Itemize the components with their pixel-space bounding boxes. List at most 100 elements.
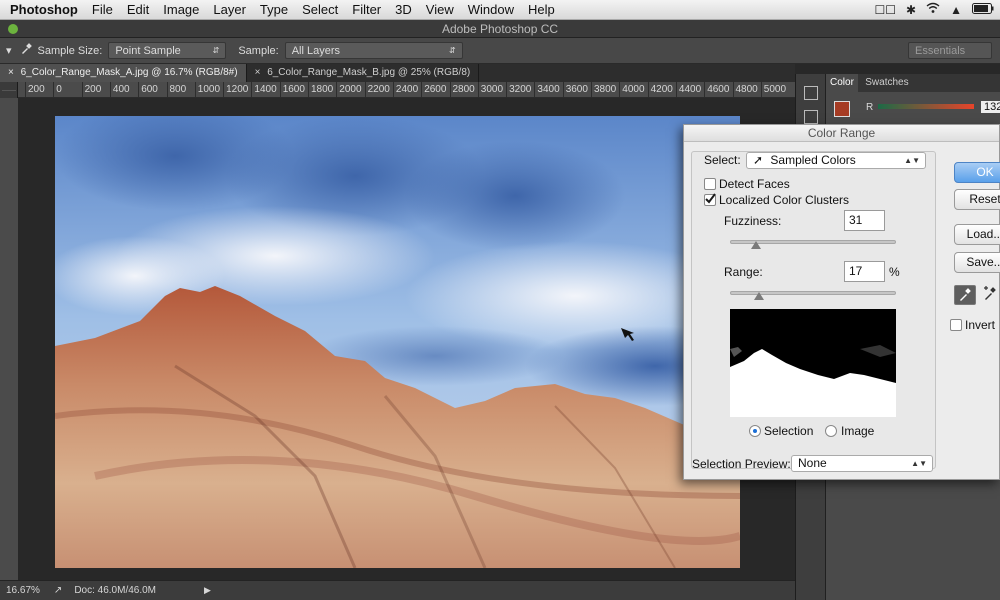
ruler-label: 3400	[537, 84, 560, 95]
document-photo[interactable]	[55, 116, 740, 568]
ruler-label: 1800	[311, 84, 334, 95]
wifi-icon[interactable]	[926, 2, 940, 17]
ruler-label: 4400	[678, 84, 702, 95]
tab-swatches[interactable]: Swatches	[861, 74, 912, 92]
ruler-tick	[25, 82, 26, 97]
ruler-tick	[308, 82, 309, 97]
range-input[interactable]: 17	[844, 261, 885, 282]
window-zoom-button[interactable]	[8, 24, 18, 34]
load-button[interactable]: Load...	[954, 224, 1000, 245]
view-image-radio[interactable]	[825, 425, 837, 437]
landscape-photo-image	[55, 116, 740, 568]
ok-button[interactable]: OK	[954, 162, 1000, 183]
menu-view[interactable]: View	[419, 2, 461, 17]
sample-size-select[interactable]: Point Sample ⇵	[108, 42, 227, 59]
bluetooth-icon[interactable]: ✱	[906, 3, 916, 17]
zoom-level[interactable]: 16.67%	[6, 585, 40, 596]
ruler-tick	[506, 82, 508, 97]
localized-clusters-label[interactable]: Localized Color Clusters	[719, 193, 849, 207]
fuzziness-slider-thumb[interactable]	[751, 241, 761, 249]
document-tabs: × 6_Color_Range_Mask_A.jpg @ 16.7% (RGB/…	[0, 64, 795, 82]
workspace-switcher[interactable]: Essentials	[908, 42, 992, 59]
menu-3d[interactable]: 3D	[388, 2, 419, 17]
eyedropper-tool-button[interactable]	[954, 285, 976, 305]
menu-window[interactable]: Window	[461, 2, 521, 17]
select-dropdown[interactable]: ➚ Sampled Colors ▲▼	[746, 152, 926, 169]
ruler-tick	[279, 82, 281, 97]
channel-r-slider[interactable]	[878, 104, 974, 109]
menu-select[interactable]: Select	[295, 2, 345, 17]
tool-preset-picker[interactable]: ▾	[6, 44, 12, 57]
tab-document-b[interactable]: × 6_Color_Range_Mask_B.jpg @ 25% (RGB/8)	[247, 64, 480, 82]
ruler-label: 2600	[424, 84, 447, 95]
workspace-label: Essentials	[915, 44, 966, 57]
localized-clusters-checkbox[interactable]	[704, 193, 716, 206]
volume-icon[interactable]: ▲	[950, 3, 962, 17]
selection-preview-select[interactable]: None ▲▼	[791, 455, 933, 472]
invert-checkbox[interactable]	[950, 319, 962, 331]
menu-image[interactable]: Image	[156, 2, 206, 17]
ruler-tick	[647, 82, 649, 97]
status-menu-arrow-icon[interactable]: ▶	[204, 585, 211, 596]
menu-file[interactable]: File	[85, 2, 120, 17]
ruler-label: 3600	[565, 84, 588, 95]
eyedropper-plus-icon	[984, 286, 996, 300]
window-title: Adobe Photoshop CC	[441, 22, 559, 36]
vertical-ruler[interactable]	[0, 98, 18, 580]
ruler-tick	[477, 82, 479, 97]
detect-faces-checkbox[interactable]	[704, 178, 716, 190]
range-slider-thumb[interactable]	[754, 292, 764, 300]
ruler-tick	[364, 82, 366, 97]
ruler-label: 2400	[395, 84, 419, 95]
channel-r-value[interactable]: 132	[981, 101, 1000, 113]
menu-edit[interactable]: Edit	[120, 2, 156, 17]
fuzziness-input[interactable]: 31	[844, 210, 885, 231]
ruler-label: 0	[56, 84, 62, 95]
view-image-label[interactable]: Image	[841, 424, 874, 438]
share-icon[interactable]: ↗	[54, 585, 62, 596]
eyedropper-tool-icon[interactable]	[20, 43, 32, 58]
sample-size-value: Point Sample	[115, 44, 181, 57]
tab-document-a[interactable]: × 6_Color_Range_Mask_A.jpg @ 16.7% (RGB/…	[0, 64, 247, 82]
menu-layer[interactable]: Layer	[206, 2, 253, 17]
ruler-tick	[81, 82, 83, 97]
menu-help[interactable]: Help	[521, 2, 562, 17]
ruler-tick	[675, 82, 677, 97]
menubar-extra-icon[interactable]: ☐☐	[875, 3, 897, 17]
ruler-label: 3000	[480, 84, 504, 95]
ruler-tick	[392, 82, 394, 97]
sample-select[interactable]: All Layers ⇵	[284, 42, 463, 59]
invert-label[interactable]: Invert	[965, 318, 995, 332]
battery-icon[interactable]	[972, 2, 994, 17]
close-icon[interactable]: ×	[8, 67, 14, 78]
tab-color[interactable]: Color	[826, 74, 858, 92]
menu-filter[interactable]: Filter	[345, 2, 388, 17]
ruler-label: 1000	[197, 84, 221, 95]
channel-r-label: R	[866, 102, 874, 113]
ruler-tick	[732, 82, 734, 97]
horizontal-ruler[interactable]: 200 0 200 400 600 800 1000 1200 1400 1600 1800 2000…	[18, 82, 795, 98]
selection-preview-value: None	[798, 456, 827, 470]
ruler-label: 400	[112, 84, 130, 95]
foreground-color-swatch[interactable]	[834, 101, 850, 117]
tab-label: 6_Color_Range_Mask_B.jpg @ 25% (RGB/8)	[267, 67, 471, 78]
selection-preview-thumbnail[interactable]	[730, 309, 896, 417]
menu-app-photoshop[interactable]: Photoshop	[0, 2, 85, 17]
ruler-label: 3200	[509, 84, 532, 95]
selection-preview-label: Selection Preview:	[692, 457, 791, 471]
dialog-title: Color Range	[684, 125, 999, 142]
close-icon[interactable]: ×	[255, 67, 261, 78]
add-to-sample-button[interactable]	[980, 285, 1000, 305]
view-selection-radio[interactable]	[749, 425, 761, 437]
reset-button[interactable]: Reset	[954, 189, 1000, 210]
detect-faces-label[interactable]: Detect Faces	[719, 177, 790, 191]
ruler-tick	[421, 82, 423, 97]
view-selection-label[interactable]: Selection	[764, 424, 813, 438]
menu-type[interactable]: Type	[253, 2, 295, 17]
properties-panel-icon[interactable]	[803, 110, 818, 124]
ruler-label: 4200	[650, 84, 673, 95]
save-button[interactable]: Save...	[954, 252, 1000, 273]
ruler-label: 4000	[622, 84, 645, 95]
ruler-tick	[138, 82, 140, 97]
history-panel-icon[interactable]	[803, 86, 818, 100]
